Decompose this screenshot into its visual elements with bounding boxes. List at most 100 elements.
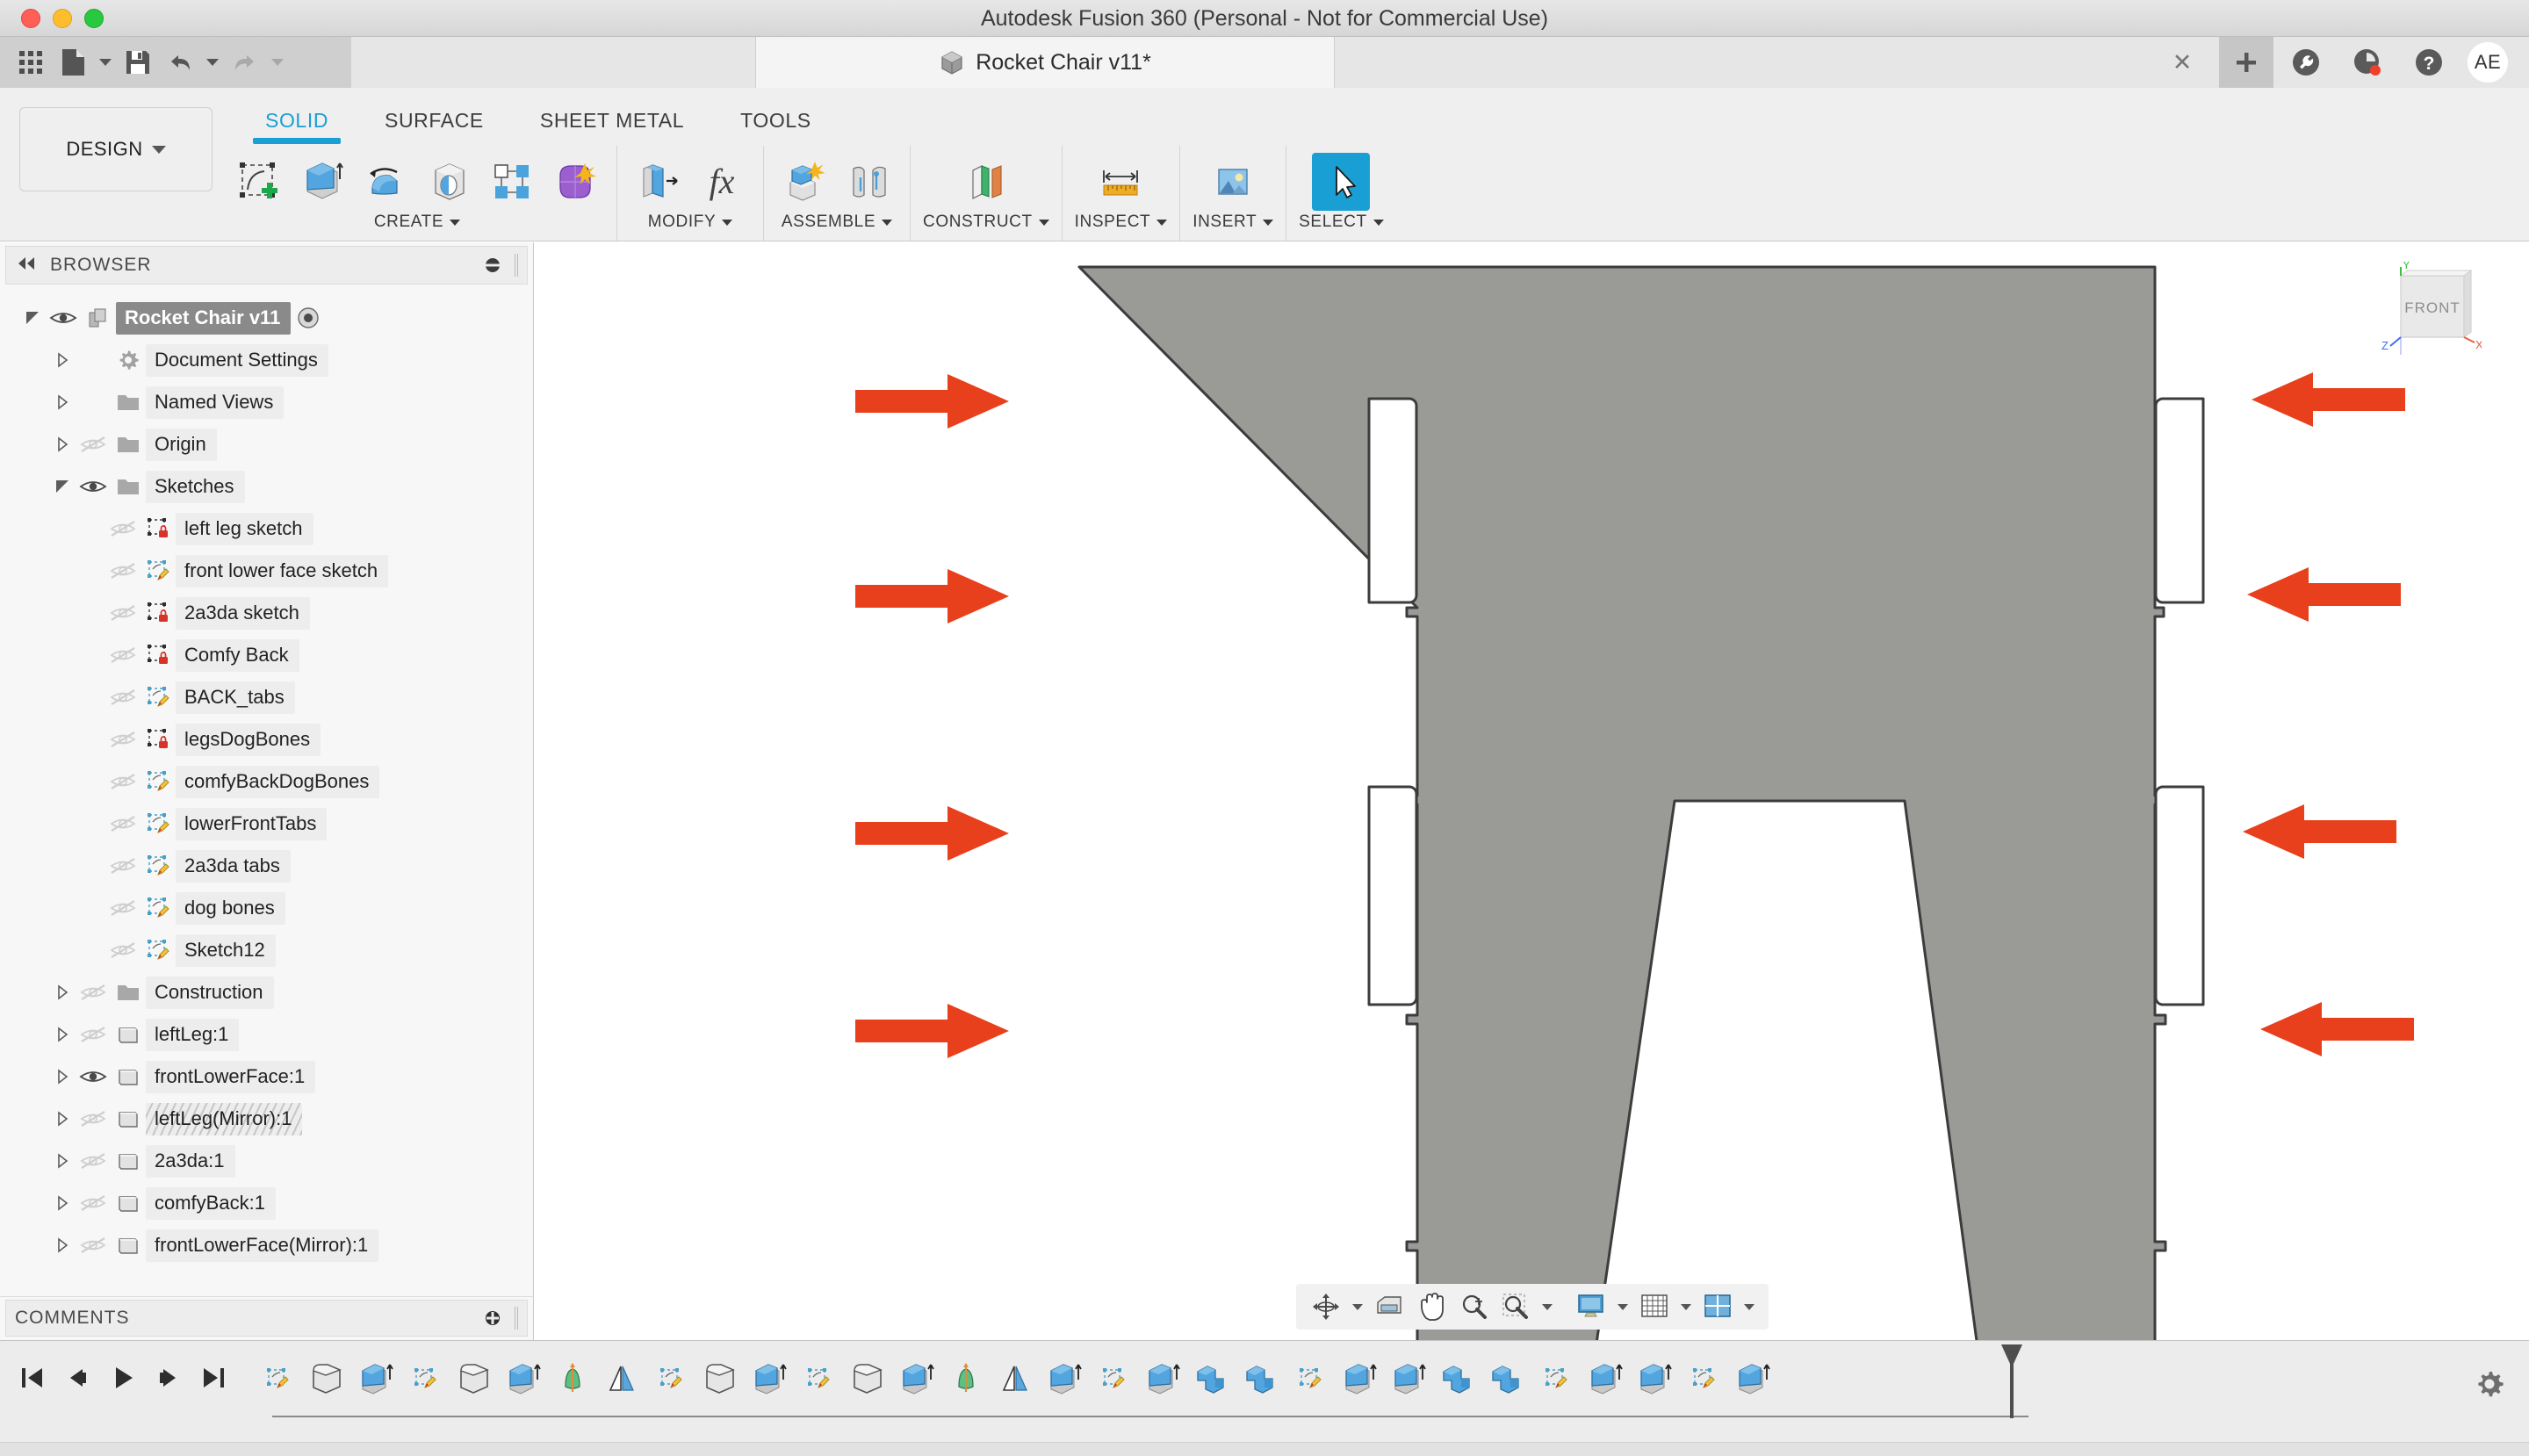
expand-arrow-icon[interactable] <box>49 1110 76 1128</box>
tree-item-left-leg-sketch[interactable]: left leg sketch <box>0 508 533 550</box>
fit-caret-icon[interactable] <box>1537 1287 1558 1326</box>
step-back-icon[interactable] <box>54 1353 100 1402</box>
collapse-arrow-icon[interactable] <box>19 309 46 327</box>
visibility-toggle-hidden[interactable] <box>76 1109 111 1128</box>
timeline-feature-16[interactable] <box>1040 1352 1089 1405</box>
expand-arrow-icon[interactable] <box>49 1236 76 1254</box>
tree-item-document-settings[interactable]: Document Settings <box>0 339 533 381</box>
visibility-toggle-hidden[interactable] <box>76 1236 111 1255</box>
visibility-toggle-hidden[interactable] <box>105 898 140 918</box>
visibility-toggle-hidden[interactable] <box>105 814 140 833</box>
timeline-feature-19[interactable] <box>1187 1352 1236 1405</box>
fit-icon[interactable] <box>1495 1287 1537 1326</box>
add-comment-icon[interactable] <box>483 1308 502 1328</box>
display-caret-icon[interactable] <box>1612 1287 1633 1326</box>
tree-item-frontlowerface-1[interactable]: frontLowerFace:1 <box>0 1056 533 1098</box>
visibility-toggle-hidden[interactable] <box>76 1151 111 1171</box>
create-sketch-icon[interactable] <box>230 153 288 211</box>
tree-item-back-tabs[interactable]: BACK_tabs <box>0 676 533 718</box>
visibility-toggle-visible[interactable] <box>76 1067 111 1086</box>
tab-solid[interactable]: SOLID <box>237 100 357 144</box>
visibility-toggle-hidden[interactable] <box>76 983 111 1002</box>
grid-caret-icon[interactable] <box>1675 1287 1697 1326</box>
display-settings-icon[interactable] <box>1570 1287 1612 1326</box>
tree-item-named-views[interactable]: Named Views <box>0 381 533 423</box>
undo-icon[interactable] <box>162 44 198 81</box>
timeline-feature-30[interactable] <box>1728 1352 1777 1405</box>
timeline-feature-1[interactable] <box>302 1352 351 1405</box>
tree-item-lowerfronttabs[interactable]: lowerFrontTabs <box>0 803 533 845</box>
panel-options-icon[interactable] <box>483 256 502 275</box>
visibility-toggle-hidden[interactable] <box>105 772 140 791</box>
expand-arrow-icon[interactable] <box>49 393 76 411</box>
comments-resize-grip[interactable] <box>515 1307 518 1330</box>
tree-item-2a3da-sketch[interactable]: 2a3da sketch <box>0 592 533 634</box>
new-file-caret-icon[interactable] <box>97 44 114 81</box>
tree-item-construction[interactable]: Construction <box>0 971 533 1013</box>
collapse-left-icon[interactable] <box>15 256 38 276</box>
tree-item-rocket-chair-v11[interactable]: Rocket Chair v11 <box>0 297 533 339</box>
visibility-toggle-hidden[interactable] <box>105 519 140 538</box>
redo-caret-icon[interactable] <box>269 44 286 81</box>
expand-arrow-icon[interactable] <box>49 1152 76 1170</box>
viewport[interactable]: FRONT Y X Z <box>535 242 2529 1340</box>
zoom-icon[interactable] <box>1452 1287 1495 1326</box>
play-icon[interactable] <box>100 1353 146 1402</box>
expand-arrow-icon[interactable] <box>49 1194 76 1212</box>
timeline-feature-24[interactable] <box>1433 1352 1482 1405</box>
visibility-toggle-hidden[interactable] <box>76 1025 111 1044</box>
press-pull-icon[interactable] <box>630 153 688 211</box>
panel-modify-label[interactable]: MODIFY <box>648 213 733 232</box>
timeline-feature-12[interactable] <box>843 1352 892 1405</box>
visibility-toggle-hidden[interactable] <box>105 561 140 580</box>
tree-item-comfybackdogbones[interactable]: comfyBackDogBones <box>0 760 533 803</box>
timeline-marker[interactable] <box>2000 1344 2023 1418</box>
timeline-feature-9[interactable] <box>695 1352 745 1405</box>
new-component-icon[interactable] <box>776 153 834 211</box>
tree-item-front-lower-face-sketch[interactable]: front lower face sketch <box>0 550 533 592</box>
visibility-toggle-hidden[interactable] <box>105 941 140 960</box>
insert-image-icon[interactable] <box>1204 153 1262 211</box>
timeline-feature-14[interactable] <box>941 1352 991 1405</box>
tree-item-2a3da-1[interactable]: 2a3da:1 <box>0 1140 533 1182</box>
expand-arrow-icon[interactable] <box>49 1026 76 1043</box>
view-toggle-icon[interactable] <box>291 306 326 329</box>
tree-item-frontlowerface-mirror-1[interactable]: frontLowerFace(Mirror):1 <box>0 1224 533 1266</box>
panel-inspect-label[interactable]: INSPECT <box>1075 213 1168 232</box>
panel-insert-label[interactable]: INSERT <box>1192 213 1274 232</box>
panel-create-label[interactable]: CREATE <box>374 213 461 232</box>
document-tab[interactable]: Rocket Chair v11* <box>755 37 1335 88</box>
tab-surface[interactable]: SURFACE <box>357 100 512 141</box>
expand-arrow-icon[interactable] <box>49 984 76 1001</box>
new-file-icon[interactable] <box>54 44 91 81</box>
tree-item-sketch12[interactable]: Sketch12 <box>0 929 533 971</box>
timeline-feature-29[interactable] <box>1679 1352 1728 1405</box>
panel-select-label[interactable]: SELECT <box>1299 213 1384 232</box>
viewports-icon[interactable] <box>1697 1287 1739 1326</box>
select-cursor-icon[interactable] <box>1312 153 1371 211</box>
timeline-feature-10[interactable] <box>745 1352 794 1405</box>
avatar[interactable]: AE <box>2468 42 2508 83</box>
tab-tools[interactable]: TOOLS <box>712 100 839 141</box>
view-cube[interactable]: FRONT Y X Z <box>2376 258 2483 358</box>
tree-item-leftleg-mirror-1[interactable]: leftLeg(Mirror):1 <box>0 1098 533 1140</box>
timeline-feature-3[interactable] <box>400 1352 450 1405</box>
timeline-feature-27[interactable] <box>1581 1352 1630 1405</box>
visibility-toggle-visible[interactable] <box>76 477 111 496</box>
timeline-feature-28[interactable] <box>1630 1352 1679 1405</box>
timeline-feature-8[interactable] <box>646 1352 695 1405</box>
timeline-feature-6[interactable] <box>548 1352 597 1405</box>
measure-icon[interactable] <box>1092 153 1149 211</box>
expand-arrow-icon[interactable] <box>49 436 76 453</box>
timeline-feature-4[interactable] <box>450 1352 499 1405</box>
help-button[interactable]: ? <box>2402 37 2456 88</box>
timeline-feature-5[interactable] <box>499 1352 548 1405</box>
viewports-caret-icon[interactable] <box>1739 1287 1760 1326</box>
timeline-feature-20[interactable] <box>1236 1352 1286 1405</box>
visibility-toggle-hidden[interactable] <box>105 688 140 707</box>
timeline-feature-0[interactable] <box>253 1352 302 1405</box>
joint-icon[interactable] <box>839 153 897 211</box>
change-parameters-icon[interactable]: fx <box>693 153 751 211</box>
look-at-icon[interactable] <box>1368 1287 1410 1326</box>
tree-item-dog-bones[interactable]: dog bones <box>0 887 533 929</box>
